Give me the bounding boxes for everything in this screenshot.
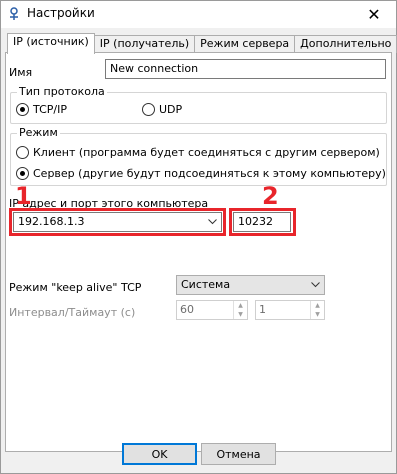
interval-spinner-arrows: ▲ ▼ — [233, 301, 247, 319]
keepalive-label: Режим "keep alive" TCP — [9, 281, 142, 294]
tab-ip-source[interactable]: IP (источник) — [7, 33, 95, 54]
protocol-group: Тип протокола TCP/IP UDP — [10, 85, 387, 124]
protocol-group-title: Тип протокола — [17, 85, 107, 98]
radio-tcp-ip[interactable]: TCP/IP — [16, 103, 67, 116]
mode-group: Режим Клиент (программа будет соединятьс… — [10, 126, 387, 186]
interval-value: 60 — [180, 303, 194, 316]
mode-group-title: Режим — [17, 126, 60, 139]
close-icon: ✕ — [367, 5, 381, 24]
interval-spinner: 60 ▲ ▼ — [176, 300, 248, 320]
radio-selected-icon — [16, 167, 29, 180]
window-title: Настройки — [27, 6, 95, 20]
annotation-marker-2: 2 — [262, 182, 279, 210]
keepalive-combo[interactable]: Система — [176, 275, 325, 295]
cancel-button[interactable]: Отмена — [201, 443, 276, 465]
title-bar[interactable]: Настройки ✕ — [1, 1, 396, 28]
spin-down-icon: ▼ — [315, 310, 320, 318]
radio-udp[interactable]: UDP — [142, 103, 182, 116]
ok-button[interactable]: OK — [122, 443, 197, 465]
spin-down-icon: ▼ — [238, 310, 243, 318]
radio-tcp-ip-label: TCP/IP — [33, 103, 67, 116]
tab-server-mode[interactable]: Режим сервера — [194, 35, 296, 53]
tab-advanced[interactable]: Дополнительно — [294, 35, 397, 53]
radio-unselected-icon — [142, 103, 155, 116]
radio-server-mode[interactable]: Сервер (другие будут подсоединяться к эт… — [16, 167, 386, 180]
radio-server-label: Сервер (другие будут подсоединяться к эт… — [33, 167, 386, 180]
timeout-spinner: 1 ▲ ▼ — [255, 300, 325, 320]
tab-strip: IP (источник) IP (получатель) Режим серв… — [7, 33, 397, 54]
app-network-icon — [10, 7, 18, 20]
close-button[interactable]: ✕ — [352, 1, 396, 28]
radio-udp-label: UDP — [159, 103, 183, 116]
keepalive-value: Система — [181, 278, 231, 291]
chevron-down-icon[interactable] — [310, 276, 320, 294]
dialog-body: IP (источник) IP (получатель) Режим серв… — [1, 28, 397, 473]
name-label: Имя — [9, 66, 33, 79]
interval-timeout-label: Интервал/Таймаут (с) — [9, 306, 136, 319]
tab-ip-destination[interactable]: IP (получатель) — [93, 35, 196, 53]
radio-client-mode[interactable]: Клиент (программа будет соединяться с др… — [16, 146, 380, 159]
annotation-marker-1: 1 — [15, 182, 32, 210]
tab-panel-ip-source: Имя New connection Тип протокола TCP/IP … — [5, 52, 392, 452]
radio-client-label: Клиент (программа будет соединяться с др… — [33, 146, 380, 159]
timeout-value: 1 — [259, 303, 266, 316]
radio-selected-icon — [16, 103, 29, 116]
name-field[interactable]: New connection — [105, 59, 386, 79]
spin-up-icon: ▲ — [238, 301, 243, 309]
highlight-ip-box — [9, 208, 226, 236]
highlight-port-box — [229, 208, 296, 236]
radio-unselected-icon — [16, 146, 29, 159]
settings-window: Настройки ✕ IP (источник) IP (получатель… — [0, 0, 397, 474]
spin-up-icon: ▲ — [315, 301, 320, 309]
timeout-spinner-arrows: ▲ ▼ — [310, 301, 324, 319]
